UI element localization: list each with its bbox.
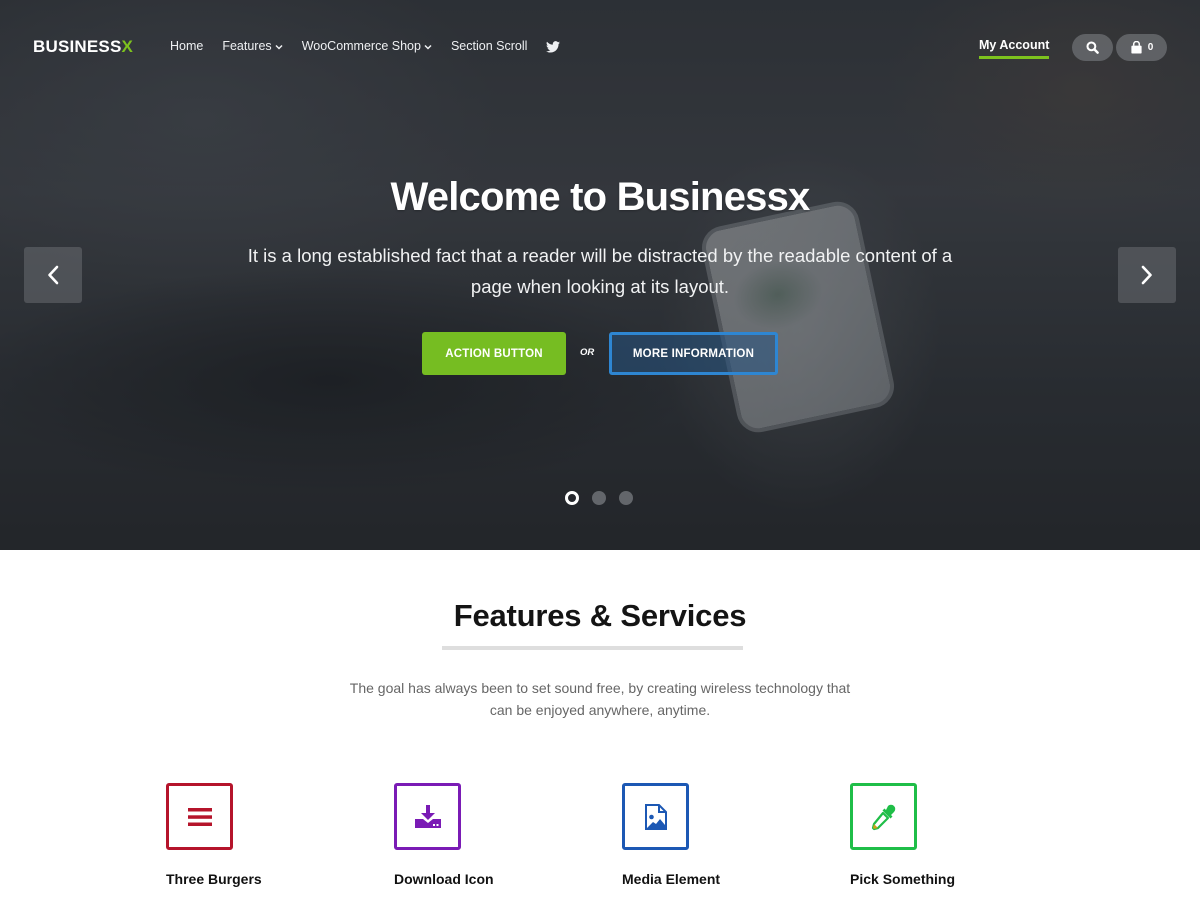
- feature-label: Pick Something: [850, 871, 956, 887]
- hero-slider: BUSINESSX Home Features WooCommerce Shop…: [0, 0, 1200, 550]
- site-logo[interactable]: BUSINESSX: [33, 37, 133, 57]
- slider-next-button[interactable]: [1118, 247, 1176, 303]
- chevron-left-icon: [48, 265, 59, 285]
- slide-dot-2[interactable]: [592, 491, 606, 505]
- feature-icon-box[interactable]: [622, 783, 689, 850]
- feature-icon-box[interactable]: [850, 783, 917, 850]
- action-button[interactable]: ACTION BUTTON: [422, 332, 566, 375]
- hero-subtitle: It is a long established fact that a rea…: [247, 245, 953, 297]
- hero-title: Welcome to Businessx: [390, 175, 811, 219]
- feature-item: Download Icon: [394, 783, 594, 887]
- feature-label: Three Burgers: [166, 871, 262, 887]
- features-description: The goal has always been to set sound fr…: [349, 680, 851, 718]
- menu-item-features[interactable]: Features: [222, 39, 283, 53]
- twitter-icon: [546, 40, 561, 53]
- feature-item: Pick Something: [850, 783, 1050, 887]
- menu-item-section-scroll[interactable]: Section Scroll: [451, 39, 527, 53]
- chevron-right-icon: [1141, 265, 1152, 285]
- or-separator: OR: [580, 347, 595, 358]
- chevron-down-icon: [275, 44, 283, 50]
- more-information-button[interactable]: MORE INFORMATION: [609, 332, 778, 375]
- twitter-link[interactable]: [546, 39, 561, 53]
- feature-label: Download Icon: [394, 871, 494, 887]
- menu-item-woocommerce-shop[interactable]: WooCommerce Shop: [302, 39, 432, 53]
- feature-item: Three Burgers: [166, 783, 366, 887]
- search-button[interactable]: [1072, 34, 1113, 61]
- chevron-down-icon: [424, 44, 432, 50]
- my-account-link[interactable]: My Account: [979, 38, 1050, 59]
- menu-item-home[interactable]: Home: [170, 39, 203, 53]
- feature-icon-box[interactable]: [166, 783, 233, 850]
- slider-prev-button[interactable]: [24, 247, 82, 303]
- heading-divider: [442, 646, 743, 650]
- feature-icon-box[interactable]: [394, 783, 461, 850]
- eyedropper-icon: [871, 804, 895, 830]
- slider-pagination: [565, 491, 633, 505]
- shopping-bag-icon: [1131, 41, 1142, 54]
- feature-label: Media Element: [622, 871, 721, 887]
- cart-button[interactable]: 0: [1116, 34, 1167, 61]
- image-file-icon: [644, 803, 667, 830]
- top-navigation: BUSINESSX Home Features WooCommerce Shop…: [0, 0, 1200, 92]
- download-icon: [414, 804, 441, 828]
- feature-item: Media Element: [622, 783, 822, 887]
- slide-dot-3[interactable]: [619, 491, 633, 505]
- cart-count: 0: [1147, 42, 1154, 53]
- slide-dot-1[interactable]: [565, 491, 579, 505]
- main-menu: Home Features WooCommerce Shop Section S…: [170, 39, 579, 53]
- menu-icon: [187, 807, 212, 826]
- search-icon: [1086, 41, 1099, 54]
- features-heading: Features & Services: [453, 598, 747, 633]
